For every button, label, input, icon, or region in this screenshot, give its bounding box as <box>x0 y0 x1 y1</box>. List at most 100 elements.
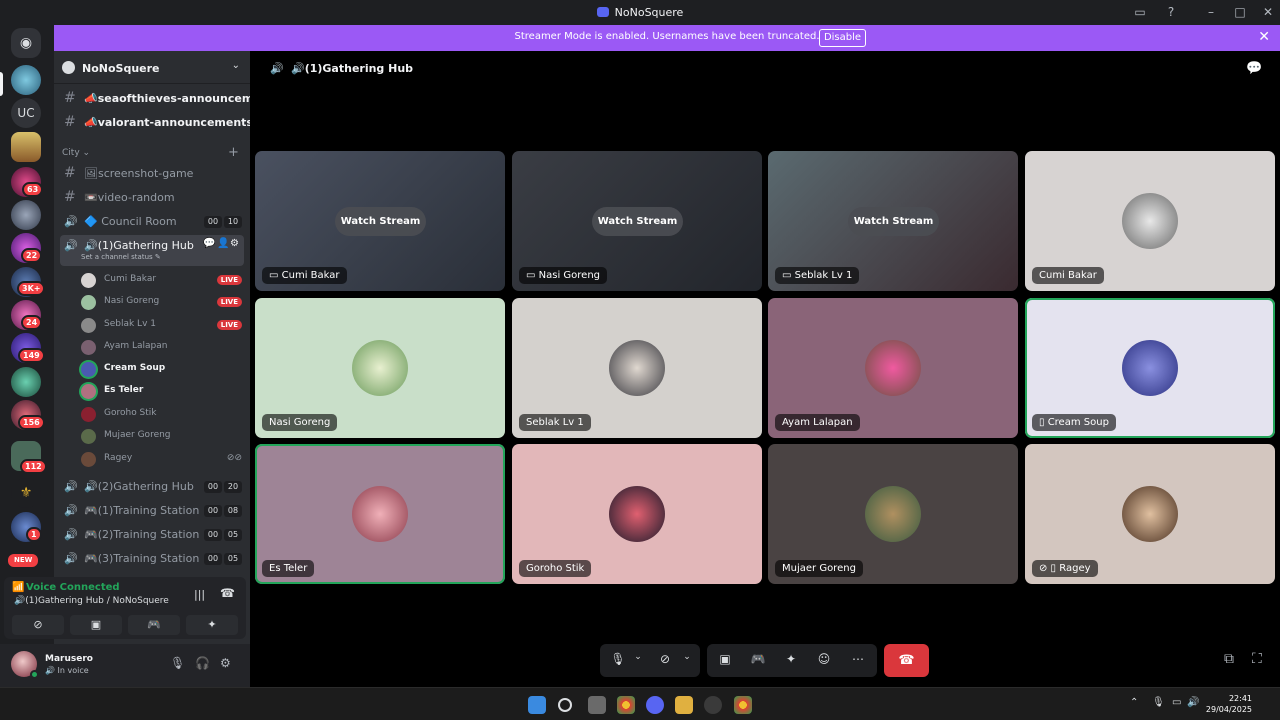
user-tile[interactable]: Ayam Lalapan <box>768 298 1018 438</box>
channel-name: 🔷 Council Room <box>84 215 177 228</box>
channel-screenshot-game[interactable]: # 🖼screenshot-game <box>60 163 244 184</box>
disable-streamer-mode-button[interactable]: Disable <box>819 29 866 47</box>
tile-label: Es Teler <box>262 560 315 577</box>
volume-icon[interactable]: 🔊 <box>1187 697 1199 708</box>
soundboard-button[interactable]: ✦ <box>186 615 238 635</box>
server-icon-valorant[interactable]: ⚜ <box>11 478 41 508</box>
minimize-button[interactable]: – <box>1199 3 1223 22</box>
mention-badge: 149 <box>18 348 45 363</box>
voice-connected-channel[interactable]: 🔊(1)Gathering Hub / NoNoSquere <box>14 596 169 606</box>
screen-share-icon[interactable]: ▣ <box>715 652 735 666</box>
category-city[interactable]: City ⌄ <box>62 148 90 158</box>
gear-icon[interactable]: ⚙ <box>230 238 239 249</box>
stream-tile[interactable]: Watch Stream ▭ Seblak Lv 1 <box>768 151 1018 291</box>
discord-icon[interactable] <box>646 696 664 714</box>
chat-icon[interactable]: 💬 <box>1246 61 1262 76</box>
voice-channel-training-3[interactable]: 🔊 🎮(3)Training Station 00 05 <box>60 548 244 569</box>
voice-channel-training-2[interactable]: 🔊 🎮(2)Training Station 00 05 <box>60 524 244 545</box>
maximize-button[interactable]: □ <box>1228 3 1252 22</box>
user-tile[interactable]: Nasi Goreng <box>255 298 505 438</box>
windows-start-icon[interactable] <box>528 696 546 714</box>
help-icon[interactable]: ? <box>1159 3 1183 22</box>
voice-user[interactable]: Mujaer Goreng <box>78 426 244 446</box>
watch-stream-button[interactable]: Watch Stream <box>335 207 426 236</box>
mic-options-chevron-icon[interactable]: ⌄ <box>628 652 648 662</box>
voice-channel-council-room[interactable]: 🔊 🔷 Council Room 00 10 <box>60 211 244 232</box>
voice-user[interactable]: Cream Soup <box>78 359 244 379</box>
inbox-icon[interactable]: ▭ <box>1128 3 1152 22</box>
channel-seaofthieves[interactable]: # 📣seaofthieves-announceme… <box>60 88 272 109</box>
clock[interactable]: 22:41 29/04/2025 <box>1200 693 1252 715</box>
disconnect-call-button[interactable]: ☎ <box>884 644 929 677</box>
activities-button[interactable]: 🎮 <box>128 615 180 635</box>
discord-home-icon[interactable]: ◉ <box>11 28 41 58</box>
close-window-button[interactable]: ✕ <box>1256 3 1280 22</box>
voice-channel-training-1[interactable]: 🔊 🎮(1)Training Station 00 08 <box>60 500 244 521</box>
obs-icon[interactable] <box>704 696 722 714</box>
camera-off-icon[interactable]: ⊘ <box>655 652 675 666</box>
microphone-icon[interactable]: 🎙 <box>1152 697 1165 708</box>
chat-icon[interactable]: 💬 <box>203 238 215 249</box>
voice-channel-gathering-hub-1[interactable]: 🔊 🔊(1)Gathering Hub Set a channel status … <box>60 235 244 266</box>
voice-user[interactable]: Ayam Lalapan <box>78 337 244 357</box>
voice-user[interactable]: Ragey ⊘⊘ <box>78 449 244 469</box>
microphone-icon[interactable]: 🎙 <box>608 652 628 666</box>
file-explorer-icon[interactable] <box>675 696 693 714</box>
camera-off-button[interactable]: ⊘ <box>12 615 64 635</box>
screen-share-button[interactable]: ▣ <box>70 615 122 635</box>
chrome-icon[interactable] <box>617 696 635 714</box>
chevron-up-icon[interactable]: ⌃ <box>1130 697 1138 708</box>
invite-icon[interactable]: 👤 <box>217 238 229 249</box>
voice-channel-gathering-hub-2[interactable]: 🔊 🔊(2)Gathering Hub 00 20 <box>60 476 244 497</box>
server-icon-current[interactable] <box>11 65 41 95</box>
soundboard-icon[interactable]: ✦ <box>781 652 801 666</box>
channel-video-random[interactable]: # 📼video-random <box>60 187 244 208</box>
stream-tile[interactable]: Watch Stream ▭ Cumi Bakar <box>255 151 505 291</box>
user-tile[interactable]: ▯ Cream Soup <box>1025 298 1275 438</box>
watch-stream-button[interactable]: Watch Stream <box>848 207 939 236</box>
noise-suppression-icon[interactable]: ||| <box>194 588 205 601</box>
voice-user[interactable]: Seblak Lv 1 LIVE <box>78 315 244 335</box>
channel-status[interactable]: Set a channel status ✎ <box>81 253 161 261</box>
guild-header[interactable]: NoNoSquere ⌄ <box>54 51 250 84</box>
chrome-icon[interactable] <box>734 696 752 714</box>
disconnect-icon[interactable]: ☎ <box>220 586 235 600</box>
stream-tile[interactable]: Watch Stream ▭ Nasi Goreng <box>512 151 762 291</box>
watch-stream-button[interactable]: Watch Stream <box>592 207 683 236</box>
user-limit: 05 <box>224 529 242 541</box>
microphone-icon[interactable]: 🎙 <box>170 656 185 670</box>
emoji-icon[interactable]: ☺ <box>814 652 834 666</box>
server-icon-8[interactable] <box>11 367 41 397</box>
add-channel-icon[interactable]: + <box>228 145 239 160</box>
pop-out-icon[interactable]: ⧉ <box>1224 651 1234 667</box>
more-options-icon[interactable]: ⋯ <box>848 652 868 666</box>
signal-icon[interactable]: 📶 <box>12 582 24 593</box>
camera-options-chevron-icon[interactable]: ⌄ <box>677 652 697 662</box>
server-icon-family[interactable] <box>11 132 41 162</box>
activities-icon[interactable]: 🎮 <box>748 652 768 666</box>
channel-name: 📼video-random <box>84 191 175 204</box>
user-tile[interactable]: Goroho Stik <box>512 444 762 584</box>
gear-icon[interactable]: ⚙ <box>220 656 231 670</box>
channel-valorant[interactable]: # 📣valorant-announcements <box>60 112 253 133</box>
user-tile[interactable]: ⊘ ▯ Ragey <box>1025 444 1275 584</box>
user-tile[interactable]: Cumi Bakar <box>1025 151 1275 291</box>
user-tile[interactable]: Mujaer Goreng <box>768 444 1018 584</box>
close-banner-icon[interactable]: ✕ <box>1258 29 1270 45</box>
voice-user[interactable]: Es Teler <box>78 381 244 401</box>
voice-user[interactable]: Goroho Stik <box>78 404 244 424</box>
user-tile[interactable]: Es Teler <box>255 444 505 584</box>
user-tile[interactable]: Seblak Lv 1 <box>512 298 762 438</box>
avatar <box>81 273 96 288</box>
task-view-icon[interactable] <box>588 696 606 714</box>
server-icon-uc[interactable]: UC <box>11 98 41 128</box>
network-icon[interactable]: ▭ <box>1172 697 1181 708</box>
server-icon-3[interactable] <box>11 200 41 230</box>
tile-username: Seblak Lv 1 <box>794 270 853 281</box>
voice-user[interactable]: Nasi Goreng LIVE <box>78 292 244 312</box>
voice-user[interactable]: Cumi Bakar LIVE <box>78 270 244 290</box>
headphones-icon[interactable]: 🎧 <box>195 656 210 670</box>
fullscreen-icon[interactable]: ⛶ <box>1252 651 1262 667</box>
search-icon[interactable] <box>558 698 572 712</box>
mention-badge: 24 <box>21 315 43 330</box>
